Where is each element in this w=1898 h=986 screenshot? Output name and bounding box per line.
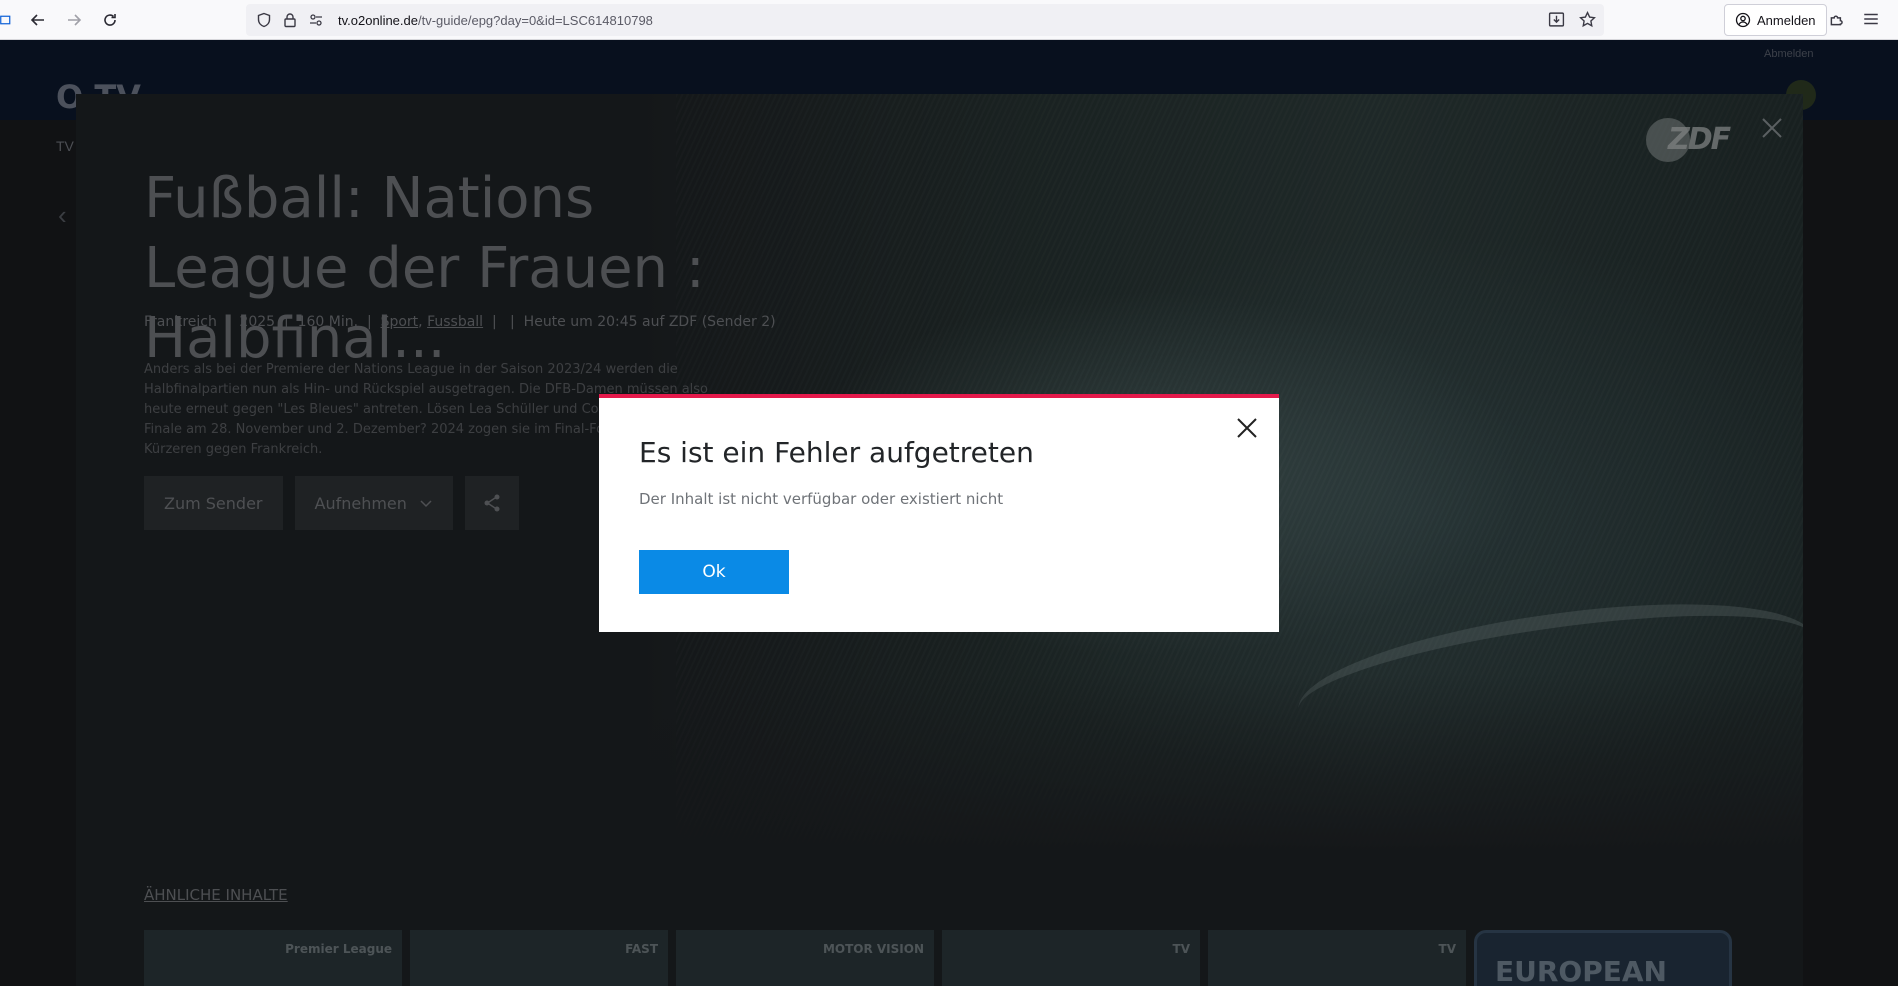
url-bar[interactable]: tv.o2online.de/tv-guide/epg?day=0&id=LSC… (246, 4, 1604, 36)
arrow-left-icon (30, 14, 44, 26)
error-dialog: Es ist ein Fehler aufgetreten Der Inhalt… (599, 394, 1279, 632)
extensions-icon[interactable] (1828, 10, 1846, 33)
permissions-icon[interactable] (308, 12, 324, 28)
dialog-title: Es ist ein Fehler aufgetreten (639, 436, 1034, 469)
arrow-right-icon (68, 14, 82, 26)
account-icon (1735, 12, 1751, 28)
dialog-close-button[interactable] (1235, 416, 1259, 440)
lock-icon[interactable] (282, 12, 298, 28)
sidebar-toggle-icon[interactable] (0, 6, 12, 34)
back-button[interactable] (24, 6, 52, 34)
reload-button[interactable] (96, 6, 124, 34)
menu-icon[interactable] (1862, 10, 1880, 33)
browser-signin-label: Anmelden (1757, 12, 1816, 28)
url-host: tv.o2online.de (338, 12, 418, 28)
dialog-message: Der Inhalt ist nicht verfügbar oder exis… (639, 490, 1004, 508)
browser-toolbar: tv.o2online.de/tv-guide/epg?day=0&id=LSC… (0, 0, 1898, 40)
ok-button[interactable]: Ok (639, 550, 789, 594)
download-page-icon[interactable] (1548, 11, 1565, 31)
browser-signin-button[interactable]: Anmelden (1724, 4, 1827, 36)
url-text: tv.o2online.de/tv-guide/epg?day=0&id=LSC… (338, 13, 653, 28)
url-path: /tv-guide/epg?day=0&id=LSC614810798 (418, 12, 653, 28)
shield-icon[interactable] (256, 12, 272, 28)
forward-button[interactable] (60, 6, 88, 34)
bookmark-star-icon[interactable] (1579, 10, 1596, 31)
close-icon (1237, 418, 1257, 438)
reload-icon (104, 14, 116, 26)
